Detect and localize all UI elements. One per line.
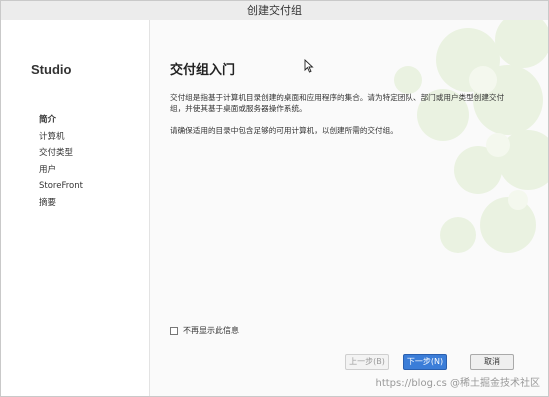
step-users[interactable]: 用户 [39,162,83,179]
step-summary[interactable]: 摘要 [39,195,83,212]
window-title: 创建交付组 [1,1,548,21]
intro-paragraph: 交付组是指基于计算机目录创建的桌面和应用程序的集合。请为特定团队、部门或用户类型… [170,93,505,113]
step-delivery-type[interactable]: 交付类型 [39,145,83,162]
wizard-steps: 简介 计算机 交付类型 用户 StoreFront 摘要 [39,112,83,211]
dont-show-again-row[interactable]: 不再显示此信息 [170,325,239,336]
step-intro[interactable]: 简介 [39,112,83,129]
page-heading: 交付组入门 [170,63,236,78]
studio-brand: Studio [31,62,72,77]
wizard-content: 交付组入门 交付组是指基于计算机目录创建的桌面和应用程序的集合。请为特定团队、部… [150,20,548,396]
mouse-cursor-icon [304,59,314,73]
step-storefront[interactable]: StoreFront [39,178,83,195]
background-decoration [394,20,548,253]
watermark-text: https://blog.cs @稀土掘金技术社区 [375,378,540,389]
step-machines[interactable]: 计算机 [39,129,83,146]
dialog-window: 创建交付组 Studio 简介 计算机 交付类型 用户 StoreFront 摘… [0,0,549,397]
next-button[interactable]: 下一步(N) [403,354,447,370]
dont-show-again-label: 不再显示此信息 [183,326,239,335]
requirement-paragraph: 请确保适用的目录中包含足够的可用计算机，以创建所需的交付组。 [170,126,398,135]
cancel-button[interactable]: 取消 [470,354,514,370]
dont-show-again-checkbox[interactable] [170,326,178,335]
back-button[interactable]: 上一步(B) [345,354,389,370]
wizard-sidebar: Studio 简介 计算机 交付类型 用户 StoreFront 摘要 [1,20,150,396]
